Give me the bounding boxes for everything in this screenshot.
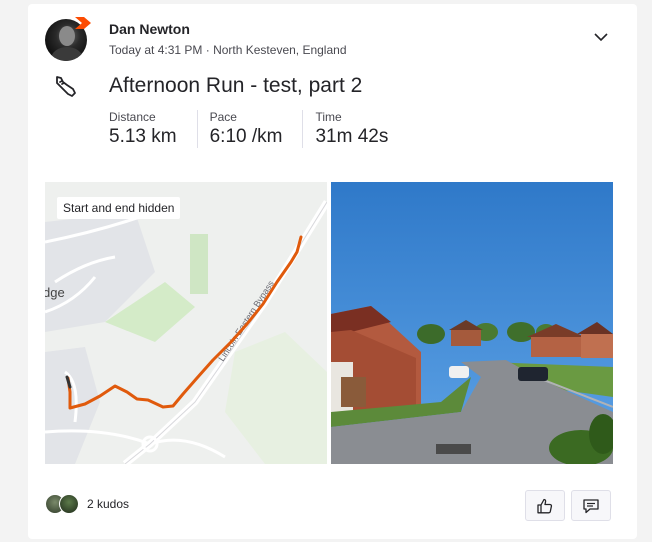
give-kudos-button[interactable] — [525, 490, 565, 521]
chevron-down-icon[interactable] — [592, 28, 610, 46]
activity-location: North Kesteven, England — [213, 43, 347, 57]
running-shoe-icon — [56, 76, 76, 97]
map-canvas: Lincoln Eastern Bypass dge — [45, 182, 327, 464]
athlete-avatar[interactable] — [45, 17, 91, 61]
activity-meta: Today at 4:31 PM · North Kesteven, Engla… — [109, 43, 347, 57]
stat-pace: Pace 6:10 /km — [210, 110, 304, 148]
thumbs-up-icon — [537, 498, 553, 513]
kudoer-avatar — [59, 494, 79, 514]
athlete-name[interactable]: Dan Newton — [109, 21, 190, 37]
stat-time: Time 31m 42s — [315, 110, 408, 148]
subscriber-badge-icon — [75, 17, 91, 29]
meta-separator: · — [205, 43, 214, 57]
route-map[interactable]: Lincoln Eastern Bypass dge Start and end… — [45, 182, 327, 464]
kudos-count: 2 kudos — [87, 497, 130, 511]
stat-label: Time — [315, 110, 342, 124]
stat-value: 31m 42s — [315, 126, 389, 147]
comment-icon — [583, 498, 599, 513]
activity-title[interactable]: Afternoon Run - test, part 2 — [109, 74, 362, 98]
stat-value: 5.13 km — [109, 126, 177, 147]
stat-label: Distance — [109, 110, 156, 124]
activity-photo[interactable] — [331, 182, 613, 464]
kudos-summary[interactable]: 2 kudos — [45, 494, 129, 514]
stat-distance: Distance 5.13 km — [109, 110, 198, 148]
stat-label: Pace — [209, 110, 237, 124]
privacy-badge: Start and end hidden — [57, 197, 181, 219]
activity-card: Dan Newton Today at 4:31 PM · North Kest… — [28, 4, 637, 539]
comment-button[interactable] — [571, 490, 611, 521]
stat-value: 6:10 /km — [209, 126, 283, 147]
activity-stats: Distance 5.13 km Pace 6:10 /km Time 31m … — [109, 110, 420, 148]
activity-timestamp: Today at 4:31 PM — [109, 43, 203, 57]
place-label: dge — [45, 285, 65, 300]
photo-image — [331, 182, 613, 464]
